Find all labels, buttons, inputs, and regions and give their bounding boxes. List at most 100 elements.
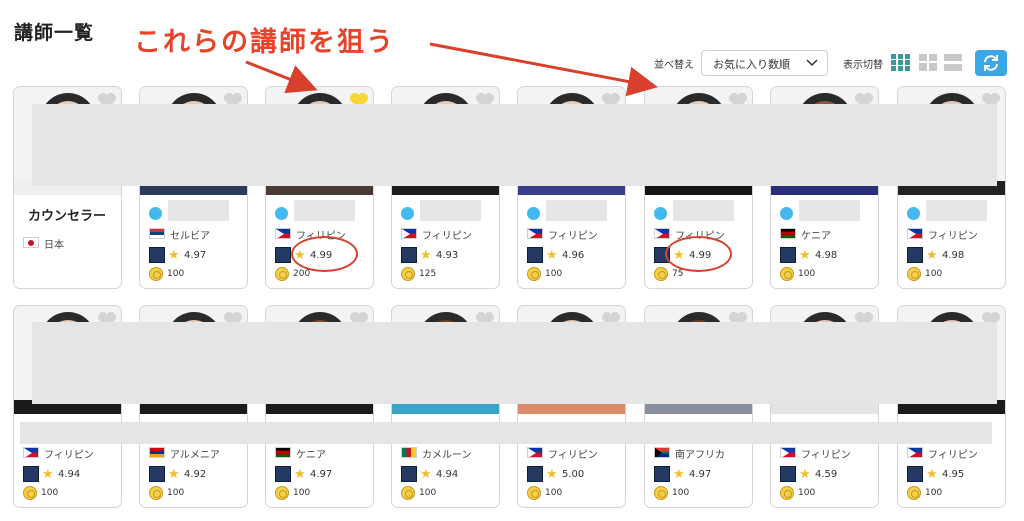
teacher-rating: 4.98 [942, 250, 965, 261]
teacher-country: ケニア [801, 231, 831, 242]
coin-icon [527, 267, 541, 281]
star-icon: ★ [294, 467, 306, 482]
teacher-badge-icon [654, 466, 670, 482]
lesson-points: 100 [798, 488, 816, 498]
list-icon[interactable] [944, 54, 962, 71]
online-status-icon [654, 207, 667, 220]
teacher-rating: 4.98 [815, 250, 838, 261]
star-icon: ★ [926, 467, 938, 482]
online-status-icon [149, 207, 162, 220]
star-icon: ★ [420, 467, 432, 482]
teacher-country: カメルーン [422, 450, 472, 461]
philippines-flag-icon [275, 228, 291, 239]
coin-icon [780, 486, 794, 500]
south-africa-flag-icon [654, 447, 670, 458]
lesson-points: 100 [419, 488, 437, 498]
teacher-rating: 5.00 [562, 469, 585, 480]
philippines-flag-icon [527, 228, 543, 239]
teacher-rating: 4.94 [58, 469, 81, 480]
star-icon: ★ [42, 467, 54, 482]
online-status-icon [907, 207, 920, 220]
star-icon: ★ [546, 467, 558, 482]
cameroon-flag-icon [401, 447, 417, 458]
lesson-points: 100 [925, 269, 943, 279]
star-icon: ★ [799, 248, 811, 263]
philippines-flag-icon [401, 228, 417, 239]
rating-highlight-circle [665, 236, 732, 272]
kenya-flag-icon [275, 447, 291, 458]
teacher-badge-icon [527, 247, 543, 263]
online-status-icon [275, 207, 288, 220]
sort-label: 並べ替え [654, 60, 694, 71]
coin-icon [401, 486, 415, 500]
view-label: 表示切替 [843, 60, 883, 71]
star-icon: ★ [926, 248, 938, 263]
teacher-name-redacted [926, 200, 987, 221]
lesson-points: 75 [672, 269, 684, 279]
coin-icon [907, 267, 921, 281]
lesson-points: 100 [925, 488, 943, 498]
teacher-rating: 4.97 [184, 250, 207, 261]
photo-redaction-overlay-row2 [32, 322, 997, 404]
teacher-rating: 4.95 [942, 469, 965, 480]
teacher-badge-icon [401, 466, 417, 482]
grid-large-icon[interactable] [891, 54, 910, 71]
lesson-points: 100 [167, 488, 185, 498]
teacher-rating: 4.59 [815, 469, 838, 480]
coin-icon [149, 267, 163, 281]
star-icon: ★ [673, 467, 685, 482]
teacher-badge-icon [275, 466, 291, 482]
page-title: 講師一覧 [14, 22, 95, 44]
coin-icon [23, 486, 37, 500]
counselor-title: カウンセラー [28, 209, 107, 224]
refresh-button[interactable] [975, 50, 1007, 76]
coin-icon [401, 267, 415, 281]
teacher-badge-icon [149, 247, 165, 263]
online-status-icon [401, 207, 414, 220]
teacher-country: フィリピン [422, 231, 472, 242]
teacher-rating: 4.97 [689, 469, 712, 480]
teacher-badge-icon [907, 466, 923, 482]
teacher-country: フィリピン [928, 231, 978, 242]
teacher-badge-icon [907, 247, 923, 263]
rating-highlight-circle [291, 236, 358, 272]
teacher-country: セルビア [170, 231, 210, 242]
japan-flag-icon [23, 237, 39, 248]
coin-icon [275, 486, 289, 500]
sort-select[interactable]: お気に入り数順 [701, 50, 828, 76]
lesson-points: 100 [293, 488, 311, 498]
philippines-flag-icon [654, 228, 670, 239]
online-status-icon [527, 207, 540, 220]
star-icon: ★ [546, 248, 558, 263]
teacher-rating: 4.94 [436, 469, 459, 480]
teacher-country: ケニア [296, 450, 326, 461]
teacher-country: フィリピン [44, 450, 94, 461]
teacher-country: 南アフリカ [675, 450, 725, 461]
lesson-points: 100 [798, 269, 816, 279]
grid-small-icon[interactable] [919, 54, 937, 71]
chevron-down-icon [806, 59, 818, 67]
teacher-country: フィリピン [801, 450, 851, 461]
philippines-flag-icon [907, 447, 923, 458]
coin-icon [780, 267, 794, 281]
teacher-rating: 4.92 [184, 469, 207, 480]
lesson-points: 100 [41, 488, 59, 498]
sort-selected-value: お気に入り数順 [713, 58, 790, 71]
armenia-flag-icon [149, 447, 165, 458]
coin-icon [654, 267, 668, 281]
star-icon: ★ [168, 467, 180, 482]
teacher-country: アルメニア [170, 450, 220, 461]
teacher-name-redacted [294, 200, 355, 221]
coin-icon [527, 486, 541, 500]
teacher-badge-icon [275, 247, 291, 263]
teacher-country: 日本 [44, 240, 64, 251]
philippines-flag-icon [780, 447, 796, 458]
teacher-name-redacted [420, 200, 481, 221]
teacher-rating: 4.93 [436, 250, 459, 261]
philippines-flag-icon [907, 228, 923, 239]
teacher-badge-icon [527, 466, 543, 482]
teacher-rating: 4.96 [562, 250, 585, 261]
name-redaction-overlay-row2 [20, 422, 992, 444]
coin-icon [907, 486, 921, 500]
teacher-badge-icon [23, 466, 39, 482]
